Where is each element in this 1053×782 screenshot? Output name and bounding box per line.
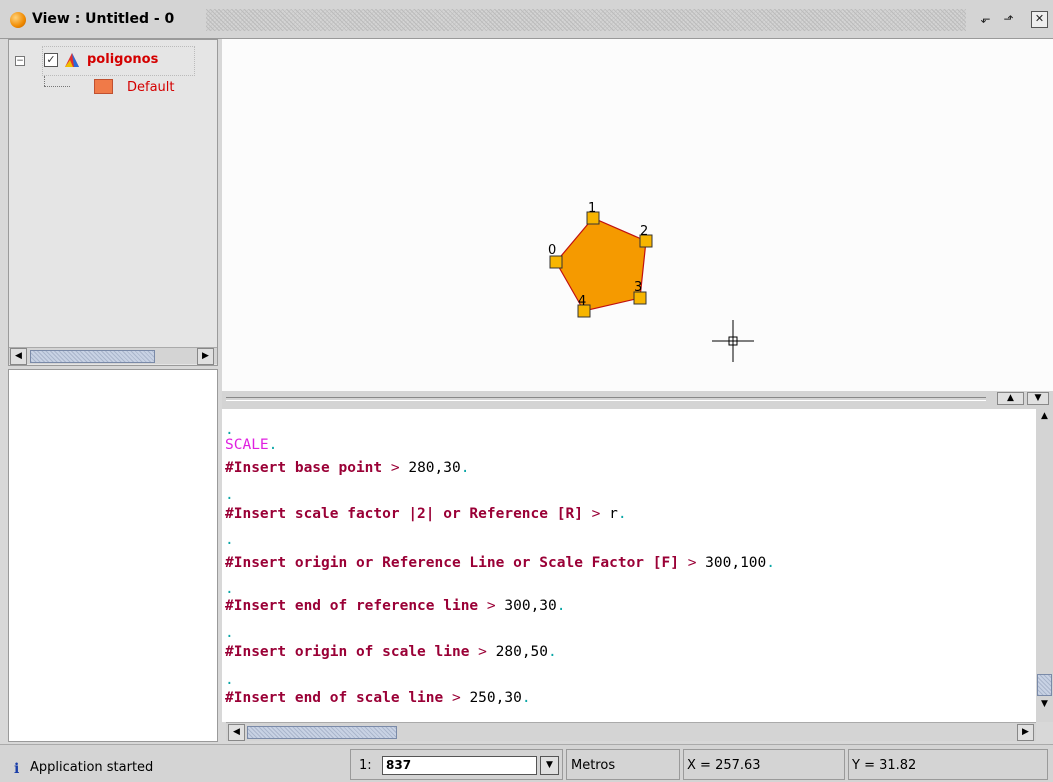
- console-line: .: [225, 671, 234, 689]
- scrollbar-thumb[interactable]: [30, 350, 155, 363]
- close-icon[interactable]: ✕: [1031, 11, 1048, 28]
- console-prompt: #Insert origin of scale line: [225, 644, 470, 660]
- console-prompt-separator: >: [390, 460, 400, 476]
- maximize-icon[interactable]: ⬏: [1000, 11, 1017, 28]
- console-input-value: 280,30: [408, 460, 461, 476]
- vertex-label: 0: [548, 243, 556, 258]
- console-suffix: .: [548, 644, 557, 660]
- toc-horizontal-scrollbar[interactable]: ◀ ▶: [9, 347, 217, 365]
- locator-map[interactable]: [8, 369, 218, 742]
- console-prompt-separator: >: [687, 555, 697, 571]
- scale-prefix: 1:: [359, 758, 372, 773]
- table-of-contents: − ✓ poligonos Default ◀ ▶: [8, 39, 218, 366]
- window-title: View : Untitled - 0: [32, 11, 175, 27]
- console-prompt-separator: >: [486, 598, 496, 614]
- console-line: #Insert base point > 280,30.: [225, 459, 469, 477]
- scroll-left-icon[interactable]: ◀: [10, 348, 27, 365]
- tree-expander-icon[interactable]: −: [15, 56, 25, 66]
- console-line: #Insert scale factor |2| or Reference [R…: [225, 505, 627, 523]
- tree-connector: [44, 86, 70, 87]
- layer-visibility-checkbox[interactable]: ✓: [44, 53, 58, 67]
- console-line: .: [225, 580, 234, 598]
- splitter-line: [226, 397, 986, 401]
- console-input-value: 300,30: [504, 598, 557, 614]
- console-line: #Insert end of reference line > 300,30.: [225, 597, 566, 615]
- status-bar: i Application started 1: 837 ▼ Metros X …: [0, 744, 1053, 782]
- command-console[interactable]: . SCALE. #Insert base point > 280,30.. #Ins…: [222, 409, 1036, 722]
- console-separator: .: [225, 487, 234, 503]
- console-input-value: 280,50: [495, 644, 549, 660]
- panel-splitter[interactable]: ▲ ▼: [222, 391, 1053, 409]
- legend-swatch: [94, 79, 113, 94]
- console-line: .: [225, 531, 234, 549]
- status-message: Application started: [30, 760, 154, 775]
- console-command: SCALE: [225, 437, 269, 453]
- console-prompt: #Insert end of reference line: [225, 598, 479, 614]
- console-line: #Insert origin of scale line > 280,50.: [225, 643, 557, 661]
- scale-selector[interactable]: 1: 837 ▼: [350, 749, 563, 780]
- map-canvas[interactable]: 0 1 2 3 4: [222, 39, 1053, 391]
- title-bar-drag-area[interactable]: [206, 9, 966, 31]
- window-title-bar[interactable]: View : Untitled - 0 ⬐ ⬏ ✕: [0, 0, 1053, 39]
- console-prompt: #Insert base point: [225, 460, 383, 476]
- console-separator: .: [225, 532, 234, 548]
- crosshair-cursor-icon: [712, 320, 754, 362]
- console-line: #Insert end of scale line > 250,30.: [225, 689, 531, 707]
- console-suffix: .: [556, 598, 566, 614]
- vertex-label: 4: [578, 294, 586, 309]
- x-coordinate: X = 257.63: [687, 758, 761, 773]
- scroll-right-icon[interactable]: ▶: [1017, 724, 1034, 741]
- units-label: Metros: [571, 758, 616, 773]
- console-input-value: r: [609, 506, 618, 522]
- map-view[interactable]: 0 1 2 3 4: [222, 39, 1053, 391]
- console-prompt: #Insert end of scale line: [225, 690, 444, 706]
- scrollbar-thumb[interactable]: [1037, 674, 1052, 696]
- splitter-down-icon[interactable]: ▼: [1027, 392, 1049, 405]
- console-separator: .: [225, 625, 234, 641]
- x-coordinate-display: X = 257.63: [683, 749, 845, 780]
- y-coordinate-display: Y = 31.82: [848, 749, 1048, 780]
- splitter-up-icon[interactable]: ▲: [997, 392, 1024, 405]
- layer-name[interactable]: poligonos: [87, 52, 158, 67]
- console-input-value: 250,30: [469, 690, 522, 706]
- console-prompt-separator: >: [591, 506, 601, 522]
- app-icon: [10, 12, 26, 28]
- vertex-label: 2: [640, 224, 648, 239]
- info-icon: i: [14, 761, 20, 777]
- y-coordinate: Y = 31.82: [852, 758, 917, 773]
- scroll-down-icon[interactable]: ▼: [1036, 697, 1053, 714]
- console-line: SCALE.: [225, 436, 277, 454]
- console-line: .: [225, 624, 234, 642]
- pentagon-polygon: [555, 217, 647, 312]
- polygon-layer-icon: [65, 53, 79, 67]
- console-vertical-scrollbar[interactable]: ▲ ▼: [1036, 409, 1053, 722]
- console-suffix: .: [521, 690, 531, 706]
- minimize-icon[interactable]: ⬐: [977, 11, 994, 28]
- legend-label: Default: [127, 80, 175, 95]
- scale-input[interactable]: 837: [382, 756, 537, 775]
- scroll-left-icon[interactable]: ◀: [228, 724, 245, 741]
- console-prompt-separator: >: [478, 644, 487, 660]
- console-prompt: #Insert origin or Reference Line or Scal…: [225, 555, 679, 571]
- console-suffix: .: [766, 555, 775, 571]
- vertex-label: 3: [634, 280, 642, 295]
- scroll-up-icon[interactable]: ▲: [1036, 409, 1053, 426]
- console-prompt-separator: >: [451, 690, 461, 706]
- console-input-value: 300,100: [705, 555, 767, 571]
- chevron-down-icon[interactable]: ▼: [540, 756, 559, 775]
- console-prompt: #Insert scale factor |2| or Reference [R…: [225, 506, 583, 522]
- scrollbar-thumb[interactable]: [247, 726, 397, 739]
- console-line: #Insert origin or Reference Line or Scal…: [225, 554, 775, 572]
- scroll-right-icon[interactable]: ▶: [197, 348, 214, 365]
- vertex-label: 1: [588, 201, 596, 216]
- console-suffix: .: [617, 506, 627, 522]
- console-horizontal-scrollbar[interactable]: ◀ ▶: [226, 722, 1036, 741]
- tree-connector: [44, 76, 45, 86]
- console-suffix: .: [268, 437, 278, 453]
- console-separator: .: [225, 581, 234, 597]
- console-line: .: [225, 486, 234, 504]
- units-display: Metros: [566, 749, 680, 780]
- console-suffix: .: [460, 460, 470, 476]
- console-separator: .: [225, 672, 234, 688]
